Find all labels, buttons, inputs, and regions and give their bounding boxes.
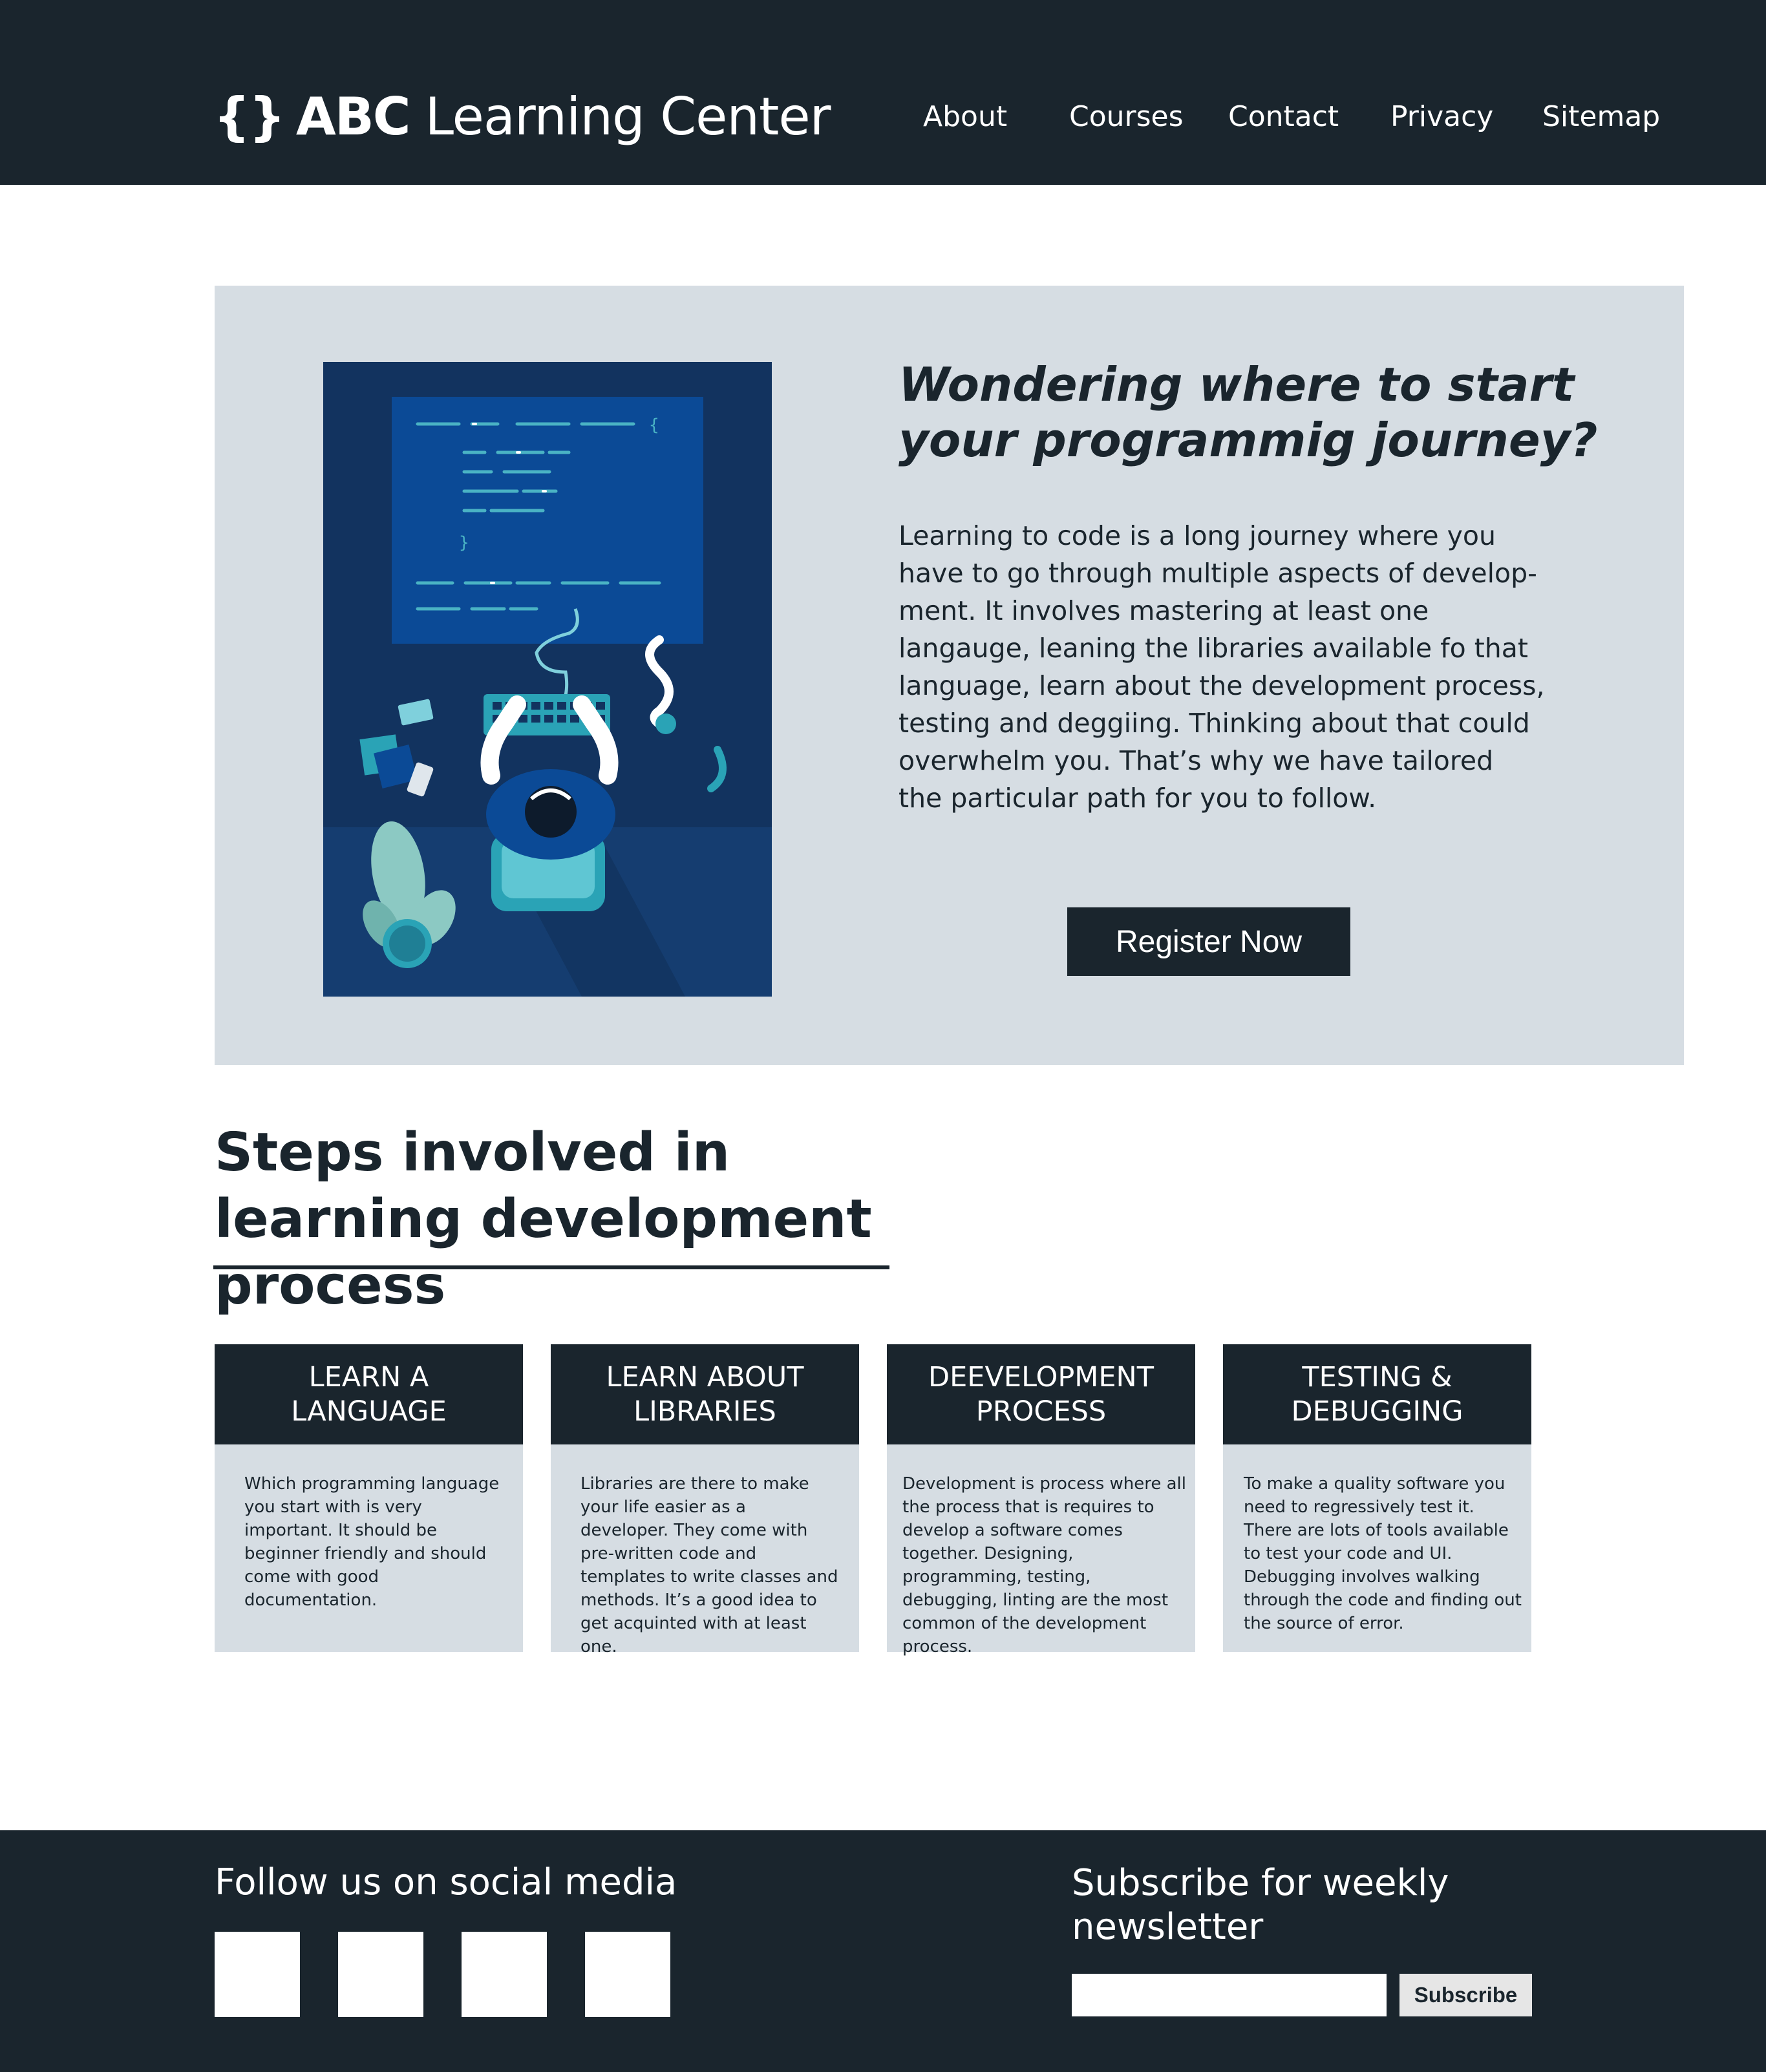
svg-text:{: { — [649, 416, 659, 435]
step-card-description: Which programming language you start wit… — [244, 1474, 500, 1610]
hero-section: { } Wondering where to start your progra… — [215, 286, 1684, 1065]
social-link-1[interactable] — [215, 1932, 300, 2017]
step-card-heading: LEARN ABOUT LIBRARIES — [551, 1344, 859, 1444]
nav-link-courses[interactable]: Courses — [1069, 100, 1184, 133]
nav-link-privacy[interactable]: Privacy — [1390, 100, 1493, 133]
step-card-heading: TESTING & DEBUGGING — [1223, 1344, 1531, 1444]
subscribe-button[interactable]: Subscribe — [1399, 1974, 1532, 2016]
step-card-language: LEARN A LANGUAGE Which programming langu… — [215, 1344, 523, 1652]
title-underline-divider — [213, 1265, 889, 1269]
social-link-3[interactable] — [462, 1932, 547, 2017]
social-link-2[interactable] — [338, 1932, 423, 2017]
site-header: {} ABC Learning Center About Courses Con… — [0, 0, 1766, 185]
nav-link-about[interactable]: About — [923, 100, 1007, 133]
svg-text:}: } — [459, 533, 469, 553]
social-link-4[interactable] — [585, 1932, 670, 2017]
follow-social-title: Follow us on social media — [215, 1861, 677, 1903]
step-card-description: Libraries are there to make your life ea… — [580, 1474, 838, 1656]
step-card-libraries: LEARN ABOUT LIBRARIES Libraries are ther… — [551, 1344, 859, 1656]
logo-name-text: Learning Center — [425, 86, 831, 147]
logo-abc-text: ABC — [295, 86, 411, 147]
step-card-testing: TESTING & DEBUGGING To make a quality so… — [1223, 1344, 1531, 1652]
site-logo[interactable]: {} ABC Learning Center — [213, 81, 831, 152]
hero-description: Learning to code is a long journey where… — [899, 520, 1545, 814]
programmer-illustration: { } — [323, 362, 772, 997]
step-card-development: DEEVELOPMENT PROCESS Development is proc… — [887, 1344, 1195, 1656]
step-card-description: To make a quality software you need to r… — [1244, 1474, 1522, 1633]
steps-section-title: Steps involved in learning development p… — [215, 1122, 872, 1316]
register-now-button[interactable]: Register Now — [1067, 907, 1350, 976]
step-card-heading: LEARN A LANGUAGE — [215, 1344, 523, 1444]
newsletter-title: Subscribe for weekly newsletter — [1072, 1862, 1449, 1948]
site-footer: Follow us on social media Subscribe for … — [0, 1830, 1766, 2072]
hero-title: Wondering where to start your programmig… — [899, 357, 1598, 467]
step-card-heading: DEEVELOPMENT PROCESS — [887, 1344, 1195, 1444]
nav-link-contact[interactable]: Contact — [1228, 100, 1339, 133]
step-card-description: Development is process where all the pro… — [902, 1474, 1187, 1656]
logo-braces-icon: {} — [213, 86, 286, 147]
nav-link-sitemap[interactable]: Sitemap — [1542, 100, 1660, 133]
newsletter-email-input[interactable] — [1072, 1974, 1387, 2016]
